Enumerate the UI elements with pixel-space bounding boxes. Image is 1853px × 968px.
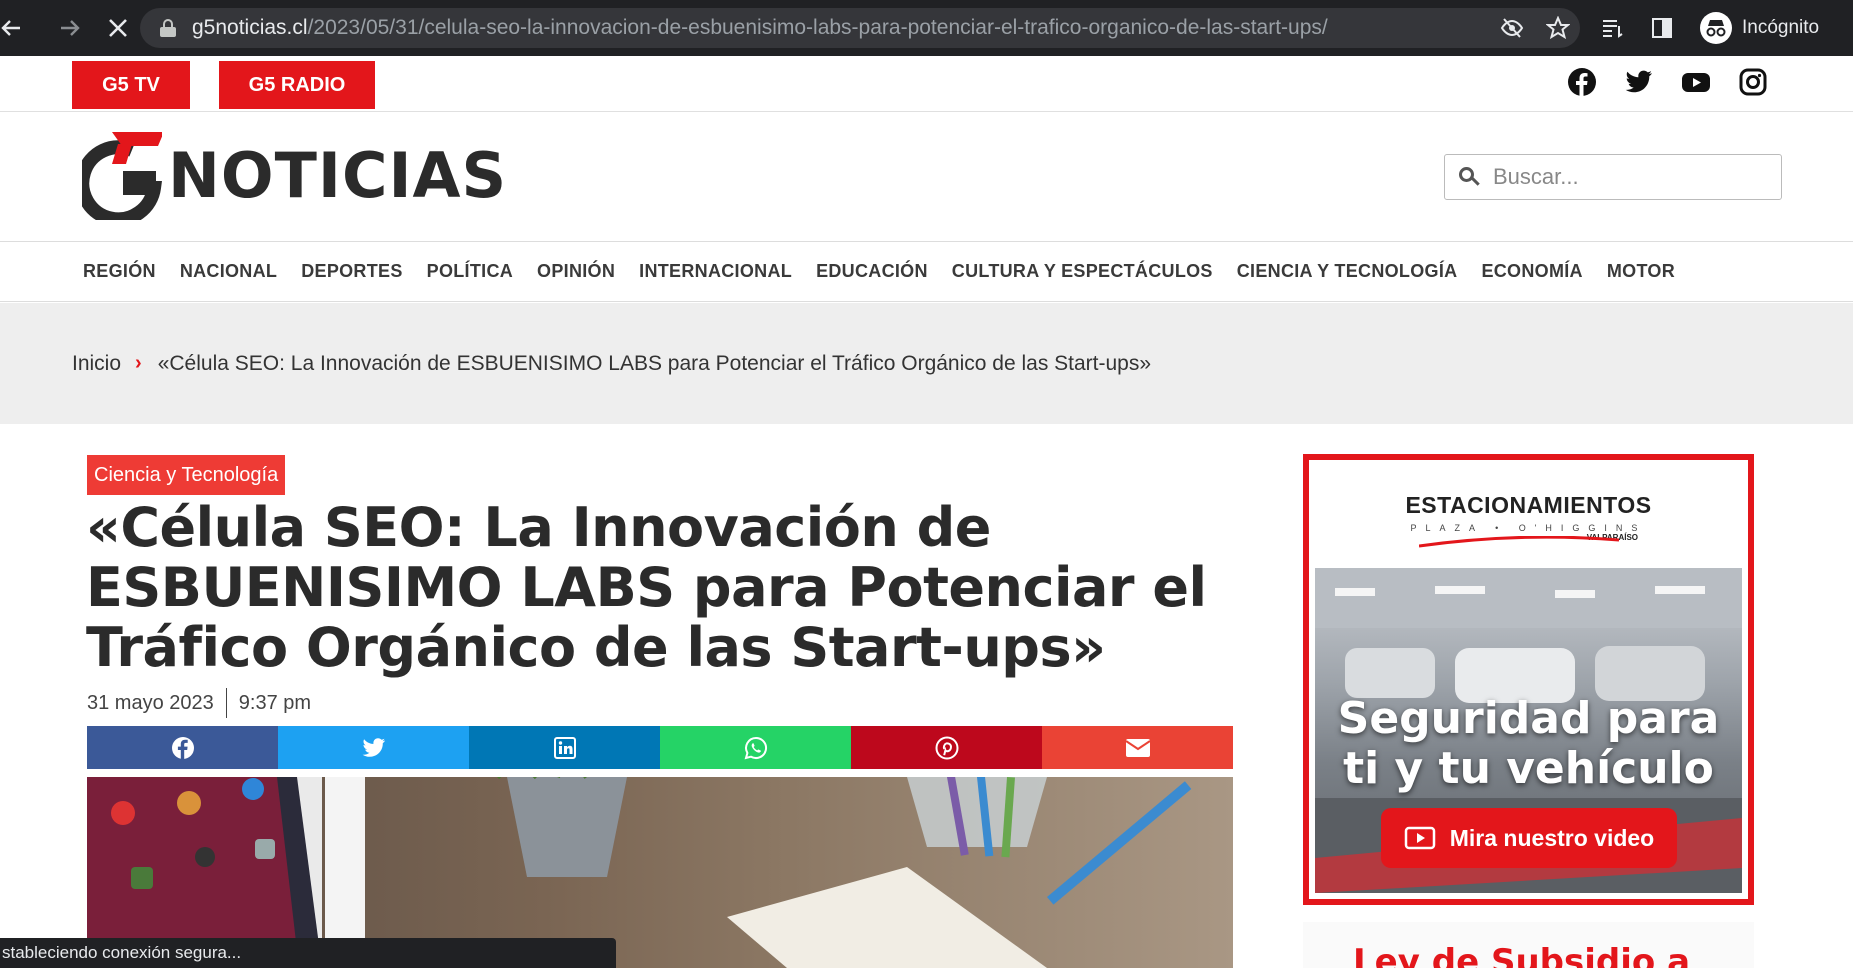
incognito-profile-button[interactable]: Incógnito [1700, 12, 1819, 44]
star-icon[interactable] [1546, 16, 1570, 40]
whatsapp-share-button[interactable] [660, 726, 851, 769]
youtube-icon[interactable] [1682, 68, 1710, 96]
social-links [1568, 68, 1767, 96]
ad-headline-line-2: ti y tu vehículo [1343, 743, 1714, 794]
pinterest-icon [935, 736, 958, 759]
site-logo[interactable]: NOTICIAS [82, 130, 507, 220]
twitter-share-button[interactable] [278, 726, 469, 769]
ad-video-button[interactable]: Mira nuestro video [1381, 808, 1677, 868]
facebook-share-button[interactable] [87, 726, 278, 769]
share-bar [87, 726, 1233, 769]
browser-toolbar: g5noticias.cl/2023/05/31/celula-seo-la-i… [0, 0, 1853, 56]
email-share-button[interactable] [1042, 726, 1233, 769]
url-path: /2023/05/31/celula-seo-la-innovacion-de-… [307, 16, 1328, 39]
twitter-icon[interactable] [1625, 68, 1653, 96]
article-date: 31 mayo 2023 [87, 691, 214, 714]
eye-off-icon[interactable] [1500, 16, 1524, 40]
nav-item-nacional[interactable]: NACIONAL [180, 261, 277, 282]
stop-loading-button[interactable] [96, 0, 140, 56]
nav-item-ciencia[interactable]: CIENCIA Y TECNOLOGÍA [1237, 261, 1458, 282]
address-bar[interactable]: g5noticias.cl/2023/05/31/celula-seo-la-i… [140, 8, 1580, 48]
breadcrumb-current: «Célula SEO: La Innovación de ESBUENISIM… [157, 351, 1152, 375]
back-arrow-icon [1, 20, 20, 36]
nav-item-region[interactable]: REGIÓN [83, 261, 156, 282]
nav-item-economia[interactable]: ECONOMÍA [1481, 261, 1582, 282]
ad2-headline: Ley de Subsidio a [1353, 942, 1691, 968]
chevron-right-icon: › [135, 352, 142, 374]
nav-item-educacion[interactable]: EDUCACIÓN [816, 261, 928, 282]
linkedin-share-button[interactable] [469, 726, 660, 769]
article-meta: 31 mayo 2023 9:37 pm [87, 688, 311, 718]
sidebar-ad-subsidio[interactable]: Ley de Subsidio a [1303, 922, 1754, 968]
main-navigation: REGIÓN NACIONAL DEPORTES POLÍTICA OPINIÓ… [0, 242, 1853, 302]
pinterest-share-button[interactable] [851, 726, 1042, 769]
ad-subbrand: PLAZA • O'HIGGINS [1410, 523, 1647, 533]
instagram-icon[interactable] [1739, 68, 1767, 96]
close-icon [109, 19, 127, 37]
browser-status-bar: stableciendo conexión segura... [0, 938, 616, 968]
ad-headline-line-1: Seguridad para [1337, 693, 1720, 744]
envelope-icon [1124, 738, 1151, 757]
nav-item-motor[interactable]: MOTOR [1607, 261, 1675, 282]
g5tv-button[interactable]: G5 TV [72, 61, 190, 109]
whatsapp-icon [744, 736, 767, 759]
breadcrumb-home[interactable]: Inicio [72, 352, 121, 376]
forward-button[interactable] [48, 0, 92, 56]
top-bar: G5 TV G5 RADIO [0, 56, 1853, 112]
nav-item-internacional[interactable]: INTERNACIONAL [639, 261, 792, 282]
article-title: «Célula SEO: La Innovación de ESBUENISIM… [86, 496, 1207, 679]
ad-parking-photo: Seguridad para ti y tu vehículo Mira nue… [1315, 568, 1742, 893]
side-panel-icon[interactable] [1650, 16, 1674, 40]
video-play-icon [1404, 826, 1435, 850]
ad-video-button-label: Mira nuestro video [1449, 824, 1655, 851]
nav-item-deportes[interactable]: DEPORTES [301, 261, 402, 282]
search-box[interactable] [1444, 154, 1782, 200]
ad-header: ESTACIONAMIENTOS PLAZA • O'HIGGINS VALPA… [1309, 460, 1748, 568]
logo-text: NOTICIAS [168, 138, 508, 212]
search-input[interactable] [1493, 164, 1743, 190]
article-time: 9:37 pm [238, 691, 312, 714]
sidebar-ad-parking[interactable]: ESTACIONAMIENTOS PLAZA • O'HIGGINS VALPA… [1303, 454, 1754, 905]
url-host: g5noticias.cl [192, 16, 308, 39]
linkedin-icon [553, 736, 576, 759]
facebook-icon[interactable] [1568, 68, 1596, 96]
ad-headline: Seguridad para ti y tu vehículo [1315, 694, 1742, 794]
ad-swoosh-icon [1419, 536, 1619, 548]
search-icon [1459, 167, 1480, 187]
incognito-icon [1700, 12, 1732, 44]
g5radio-button[interactable]: G5 RADIO [219, 61, 375, 109]
g5-logo-icon [82, 132, 162, 220]
breadcrumb: Inicio › «Célula SEO: La Innovación de E… [0, 303, 1853, 424]
nav-item-opinion[interactable]: OPINIÓN [537, 261, 615, 282]
category-badge[interactable]: Ciencia y Tecnología [87, 455, 286, 495]
twitter-icon [362, 737, 385, 757]
meta-divider [225, 688, 227, 718]
ad-brand: ESTACIONAMIENTOS [1405, 492, 1652, 518]
forward-arrow-icon [61, 20, 80, 36]
lock-icon [160, 19, 176, 37]
nav-item-cultura[interactable]: CULTURA Y ESPECTÁCULOS [952, 261, 1213, 282]
nav-item-politica[interactable]: POLÍTICA [427, 261, 513, 282]
profile-label: Incógnito [1742, 17, 1820, 38]
site-header: NOTICIAS [0, 112, 1853, 242]
back-button[interactable] [0, 0, 26, 56]
facebook-icon [171, 736, 194, 759]
reading-list-icon[interactable] [1600, 16, 1624, 40]
